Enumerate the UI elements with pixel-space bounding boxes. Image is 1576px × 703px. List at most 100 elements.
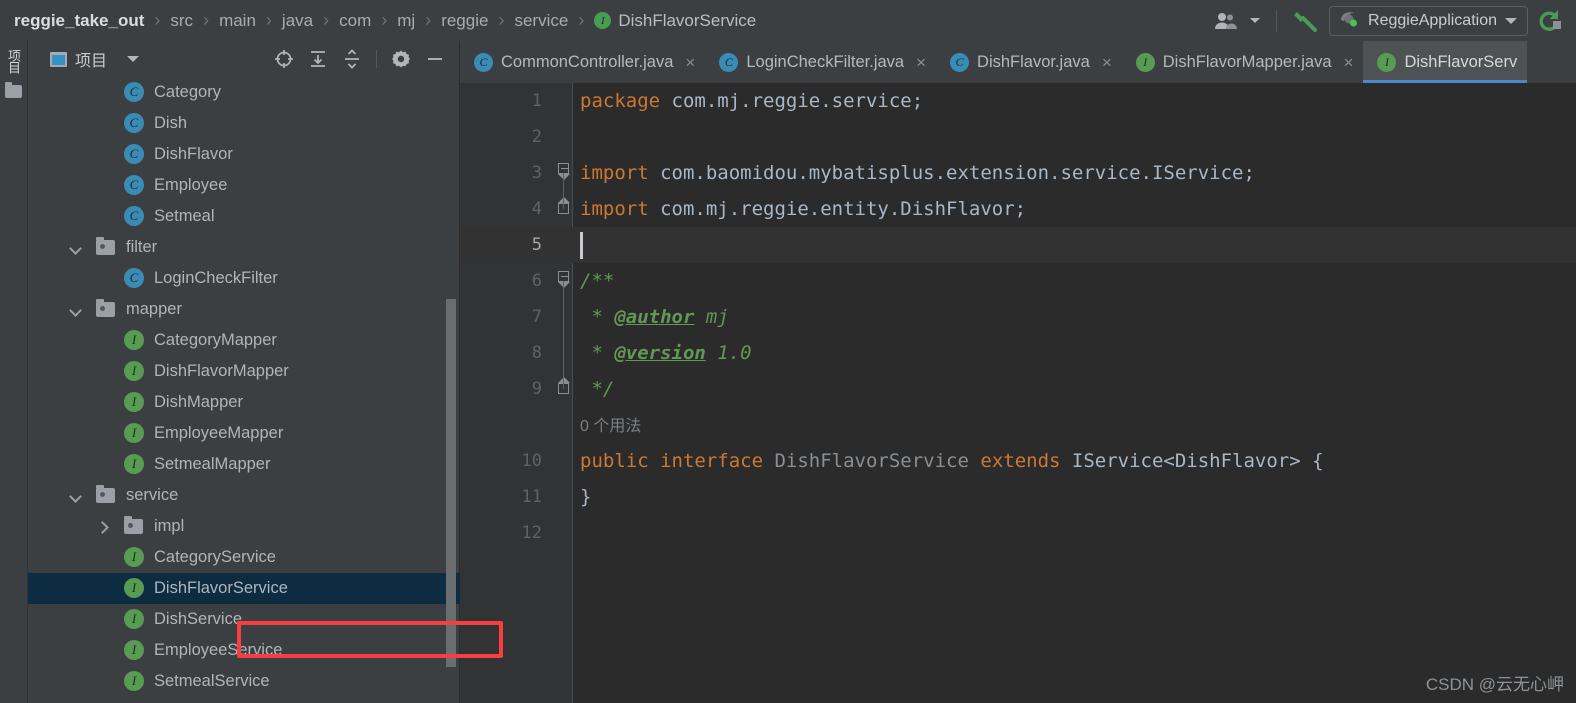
close-icon[interactable]: × — [1344, 54, 1354, 71]
editor-tab-dishflavorserv[interactable]: I DishFlavorServ — [1363, 41, 1528, 83]
chevron-down-icon[interactable] — [68, 241, 82, 255]
tree-item-label: Category — [154, 83, 221, 101]
class-icon: C — [124, 267, 146, 290]
user-dropdown-caret[interactable] — [1246, 6, 1264, 36]
token-cmt: * — [580, 342, 615, 364]
breadcrumb-item-src[interactable]: src — [170, 11, 193, 31]
chevron-down-icon[interactable] — [1505, 17, 1517, 24]
tree-item-setmeal[interactable]: C Setmeal — [28, 201, 460, 232]
breadcrumb-item-dishflavorservice[interactable]: I DishFlavorService — [594, 11, 756, 31]
chevron-right-icon[interactable] — [96, 520, 110, 534]
editor-tab-logincheckfilter-java[interactable]: C LoginCheckFilter.java × — [705, 41, 936, 83]
project-window-icon — [50, 51, 67, 67]
code-lines: 1 package com.mj.reggie.service; 2 3 import … — [460, 83, 1576, 551]
chevron-down-icon[interactable] — [68, 303, 82, 317]
build-hammer-icon[interactable] — [1289, 6, 1325, 36]
breadcrumb-item-service[interactable]: service — [514, 11, 568, 31]
code-line[interactable]: 11} — [460, 479, 1576, 515]
breadcrumb-label: DishFlavorService — [618, 10, 757, 30]
code-line[interactable]: 8 * @version 1.0 — [460, 335, 1576, 371]
navigation-bar: reggie_take_out › src › main › java › com › mj › reg… — [0, 0, 1576, 41]
tree-item-setmealmapper[interactable]: I SetmealMapper — [28, 449, 460, 480]
breadcrumb-item-mj[interactable]: mj — [397, 11, 415, 31]
line-number: 8 — [531, 343, 542, 363]
code-line[interactable]: 10 public interface DishFlavorService ext… — [460, 443, 1576, 479]
token-kw: import — [580, 198, 661, 220]
breadcrumb-item-java[interactable]: java — [282, 11, 313, 31]
settings-gear-icon[interactable] — [391, 49, 411, 69]
line-number: 12 — [521, 523, 542, 543]
watermark: CSDN @云无心岬 — [1425, 675, 1564, 694]
locate-target-icon[interactable] — [274, 49, 294, 69]
tree-item-mapper[interactable]: mapper — [28, 294, 460, 325]
hide-panel-icon[interactable] — [425, 49, 445, 69]
editor-tab-dishflavormapper-java[interactable]: I DishFlavorMapper.java × — [1122, 41, 1364, 83]
tree-item-employeeservice[interactable]: I EmployeeService — [28, 635, 460, 666]
expand-all-icon[interactable] — [308, 49, 328, 69]
tree-item-dish[interactable]: C Dish — [28, 108, 460, 139]
project-tree[interactable]: C Category C Dish C DishFlavor C Employee C Setme… — [28, 77, 460, 703]
code-editor[interactable]: 1 package com.mj.reggie.service; 2 3 import … — [460, 83, 1576, 703]
tree-item-dishflavorservice[interactable]: I DishFlavorService — [28, 573, 460, 604]
project-tree-scrollbar[interactable] — [446, 299, 456, 667]
code-line[interactable]: 1 package com.mj.reggie.service; — [460, 83, 1576, 119]
run-configuration-selector[interactable]: ReggieApplication — [1329, 5, 1528, 36]
code-line[interactable]: 12 — [460, 515, 1576, 551]
class-icon: C — [474, 52, 493, 72]
project-panel-title-group[interactable]: 项目 — [50, 47, 107, 71]
project-panel-toolbar — [274, 49, 451, 69]
code-text: 0 个用法 — [580, 407, 641, 445]
tree-item-setmealservice[interactable]: I SetmealService — [28, 666, 460, 697]
code-line[interactable]: 0 个用法 — [460, 407, 1576, 443]
tree-item-label: DishFlavorService — [154, 579, 288, 597]
tree-item-filter[interactable]: filter — [28, 232, 460, 263]
tree-item-label: Dish — [154, 114, 188, 132]
tree-item-dishmapper[interactable]: I DishMapper — [28, 387, 460, 418]
chevron-down-icon[interactable] — [127, 56, 140, 62]
tree-item-service[interactable]: service — [28, 480, 460, 511]
code-line[interactable]: 4 import com.mj.reggie.entity.DishFlavor; — [460, 191, 1576, 227]
tree-item-dishservice[interactable]: I DishService — [28, 604, 460, 635]
breadcrumb-item-reggie[interactable]: reggie — [441, 11, 488, 31]
code-line[interactable]: 2 — [460, 119, 1576, 155]
chevron-down-icon[interactable] — [68, 489, 82, 503]
interface-icon: I — [1135, 52, 1155, 72]
folder-icon[interactable] — [5, 82, 22, 98]
tree-item-label: filter — [126, 238, 158, 256]
navbar-divider — [1276, 9, 1278, 32]
editor-tab-commoncontroller-java[interactable]: C CommonController.java × — [460, 41, 705, 83]
tree-item-category[interactable]: C Category — [28, 77, 460, 108]
rerun-icon[interactable] — [1532, 6, 1568, 36]
code-line[interactable]: 6 /** — [460, 263, 1576, 299]
breadcrumb-item-reggie-take-out[interactable]: reggie_take_out — [14, 11, 144, 31]
token-id: com.mj.reggie.service; — [671, 90, 924, 112]
tree-item-dishflavormapper[interactable]: I DishFlavorMapper — [28, 356, 460, 387]
tree-item-label: impl — [154, 517, 185, 535]
folder-icon — [96, 236, 118, 259]
code-line[interactable]: 3 import com.baomidou.mybatisplus.extensi… — [460, 155, 1576, 191]
close-icon[interactable]: × — [685, 54, 695, 71]
tree-item-employee[interactable]: C Employee — [28, 170, 460, 201]
breadcrumb-separator: › — [578, 10, 585, 30]
tree-item-categoryservice[interactable]: I CategoryService — [28, 542, 460, 573]
folder-icon — [96, 484, 118, 507]
tool-window-button-project[interactable]: 项目 — [6, 49, 21, 73]
token-id: com.mj.reggie.entity.DishFlavor; — [660, 198, 1027, 220]
close-icon[interactable]: × — [1102, 54, 1112, 71]
code-line[interactable]: 5 — [460, 227, 1576, 263]
code-line[interactable]: 7 * @author mj — [460, 299, 1576, 335]
breadcrumb-item-com[interactable]: com — [339, 11, 371, 31]
tree-item-logincheckfilter[interactable]: C LoginCheckFilter — [28, 263, 460, 294]
tree-item-dishflavor[interactable]: C DishFlavor — [28, 139, 460, 170]
editor-tab-dishflavor-java[interactable]: C DishFlavor.java × — [936, 41, 1122, 83]
tree-item-label: Setmeal — [154, 207, 215, 225]
tree-item-impl[interactable]: impl — [28, 511, 460, 542]
tree-item-employeemapper[interactable]: I EmployeeMapper — [28, 418, 460, 449]
code-line[interactable]: 9 */ — [460, 371, 1576, 407]
user-group-icon[interactable] — [1210, 6, 1242, 36]
close-icon[interactable]: × — [916, 54, 926, 71]
tree-item-categorymapper[interactable]: I CategoryMapper — [28, 325, 460, 356]
breadcrumb-item-main[interactable]: main — [219, 11, 256, 31]
code-text: */ — [580, 371, 614, 407]
collapse-all-icon[interactable] — [342, 49, 362, 69]
